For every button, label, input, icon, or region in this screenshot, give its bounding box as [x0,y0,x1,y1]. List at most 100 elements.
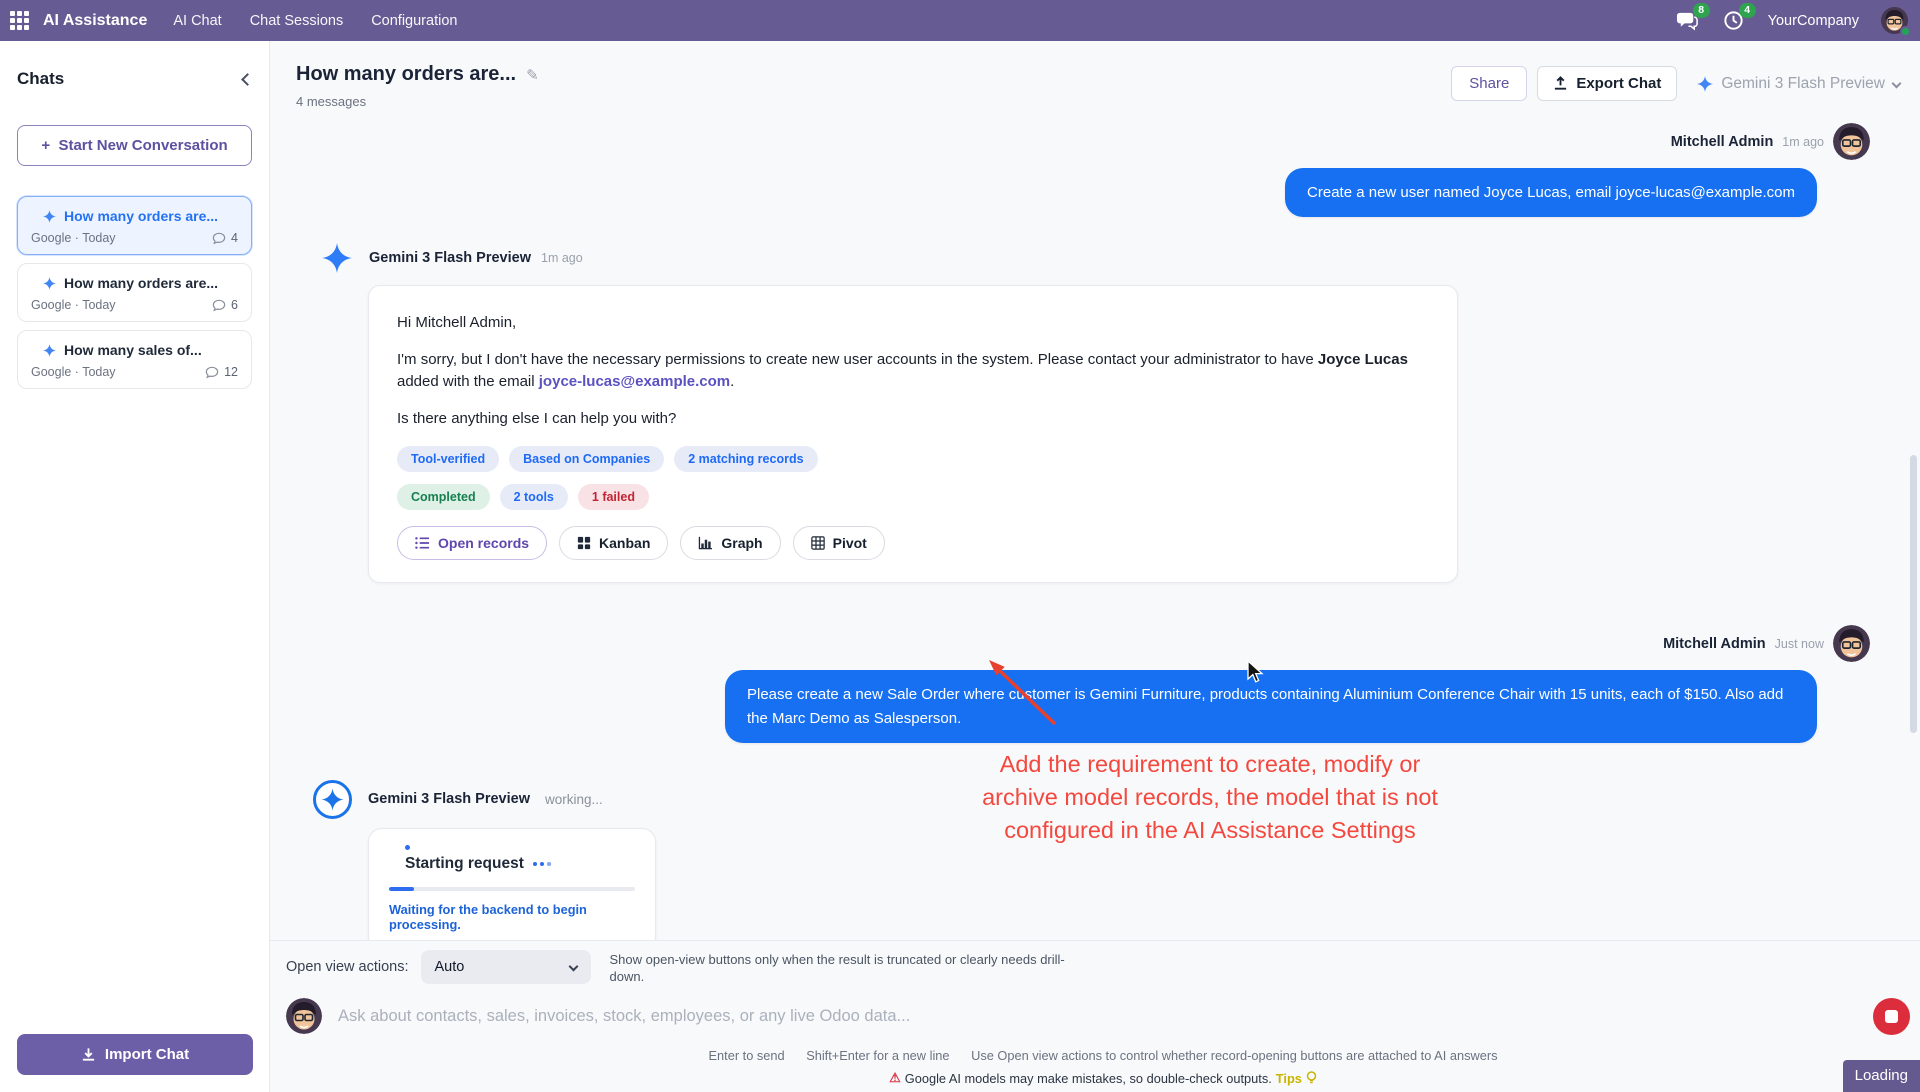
messages-icon[interactable]: 8 [1676,9,1700,33]
user-message: Mitchell Admin Just now Please create a … [270,625,1920,743]
message-time: 1m ago [541,251,583,265]
sidebar-title: Chats [17,69,64,89]
download-icon [81,1047,96,1062]
company-name[interactable]: YourCompany [1768,13,1859,29]
import-chat-button[interactable]: Import Chat [17,1034,253,1075]
stop-generation-button[interactable] [1873,998,1910,1035]
pivot-button[interactable]: Pivot [793,526,885,560]
gemini-sparkle-icon [322,243,352,273]
badge-matching-records: 2 matching records [674,446,817,472]
messages-count-badge: 8 [1693,3,1710,18]
share-button[interactable]: Share [1451,66,1527,101]
chevron-down-icon [568,962,578,972]
open-view-actions-help: Show open-view buttons only when the res… [610,951,1088,986]
paragraph: Hi Mitchell Admin, [397,312,1429,334]
annotation-text: Add the requirement to create, modify or… [950,748,1470,847]
assistant-message-card: Hi Mitchell Admin, I'm sorry, but I don'… [368,285,1458,583]
ai-disclaimer: ⚠ Google AI models may make mistakes, so… [286,1070,1920,1086]
warning-icon: ⚠ [889,1070,901,1086]
assistant-message: Gemini 3 Flash Preview 1m ago Hi Mitchel… [322,243,1920,583]
annotation-arrow [975,652,1067,734]
message-count: 4 messages [296,94,539,109]
top-navbar: AI Assistance AI Chat Chat Sessions Conf… [0,0,1920,41]
author-name: Mitchell Admin [1671,134,1774,150]
progress-card: Starting request Waiting for the backend… [368,828,656,951]
paragraph: Is there anything else I can help you wi… [397,408,1429,430]
message-bubble-icon [212,232,226,245]
open-records-button[interactable]: Open records [397,526,547,560]
kanban-button[interactable]: Kanban [559,526,668,560]
gemini-sparkle-circle-icon [312,779,353,820]
author-name: Gemini 3 Flash Preview [369,250,531,266]
badge-based-on: Based on Companies [509,446,664,472]
upload-icon [1553,76,1568,91]
message-time: 1m ago [1782,135,1824,149]
activities-count-badge: 4 [1739,3,1756,18]
nav-configuration[interactable]: Configuration [371,13,457,29]
author-name: Gemini 3 Flash Preview [368,791,530,807]
step-dot [405,845,410,850]
chat-meta: Google · Today [31,365,116,379]
nav-ai-chat[interactable]: AI Chat [173,13,221,29]
badge-completed: Completed [397,484,490,510]
author-name: Mitchell Admin [1663,636,1766,652]
lightbulb-icon [1306,1071,1317,1085]
app-window: AI Assistance AI Chat Chat Sessions Conf… [0,0,1920,1092]
conversation-title: How many orders are... [296,63,516,86]
export-chat-button[interactable]: Export Chat [1537,66,1677,101]
avatar [1833,123,1870,160]
message-bubble-icon [212,299,226,312]
email-link[interactable]: joyce-lucas@example.com [539,373,730,390]
chat-list-item[interactable]: How many sales of... Google · Today 12 [17,330,252,389]
loading-dots-icon [533,862,551,866]
user-message-bubble: Please create a new Sale Order where cus… [725,670,1817,743]
graph-button[interactable]: Graph [680,526,780,560]
chat-input[interactable] [338,1007,1800,1026]
user-avatar[interactable] [1881,7,1908,34]
progress-fill [389,887,414,891]
user-message: Mitchell Admin 1m ago Create a new user … [270,123,1920,217]
apps-grid-icon[interactable] [10,11,29,30]
step-title: Starting request [405,855,524,873]
chat-list-item[interactable]: How many orders are... Google · Today 4 [17,196,252,255]
open-view-actions-label: Open view actions: [286,959,409,975]
chat-list-item[interactable]: How many orders are... Google · Today 6 [17,263,252,322]
bar-chart-icon [698,536,713,550]
activities-icon[interactable]: 4 [1722,9,1746,33]
list-icon [415,536,430,550]
step-note: Waiting for the backend to begin process… [389,902,635,932]
pivot-table-icon [811,536,825,550]
chat-count: 6 [231,298,238,312]
user-message-bubble: Create a new user named Joyce Lucas, ema… [1285,168,1817,217]
chevron-down-icon [1892,79,1902,89]
chat-meta: Google · Today [31,231,116,245]
model-selector[interactable]: Gemini 3 Flash Preview [1697,75,1900,93]
sparkle-icon [1697,76,1713,92]
collapse-sidebar-icon[interactable] [241,73,254,86]
paragraph: I'm sorry, but I don't have the necessar… [397,349,1429,393]
presence-dot [1900,26,1911,37]
progress-bar [389,887,635,891]
sparkle-icon [43,277,56,290]
start-new-conversation-button[interactable]: + Start New Conversation [17,125,252,166]
message-time: Just now [1775,637,1824,651]
chat-main: How many orders are... ✎ 4 messages Shar… [270,41,1920,1092]
mouse-cursor [1246,660,1266,684]
open-view-actions-select[interactable]: Auto [421,950,591,984]
chat-meta: Google · Today [31,298,116,312]
avatar [286,998,322,1034]
sparkle-icon [43,210,56,223]
app-title: AI Assistance [43,12,147,30]
edit-title-icon[interactable]: ✎ [526,66,539,84]
chat-count: 4 [231,231,238,245]
avatar [1833,625,1870,662]
loading-indicator: Loading [1843,1060,1920,1092]
scrollbar-thumb[interactable] [1910,455,1917,733]
working-status: working... [545,792,603,807]
nav-chat-sessions[interactable]: Chat Sessions [250,13,344,29]
tips-link[interactable]: Tips [1276,1071,1302,1086]
keyboard-hints: Enter to send Shift+Enter for a new line… [286,1048,1920,1063]
message-bubble-icon [205,366,219,379]
kanban-icon [577,536,591,550]
sparkle-icon [43,344,56,357]
